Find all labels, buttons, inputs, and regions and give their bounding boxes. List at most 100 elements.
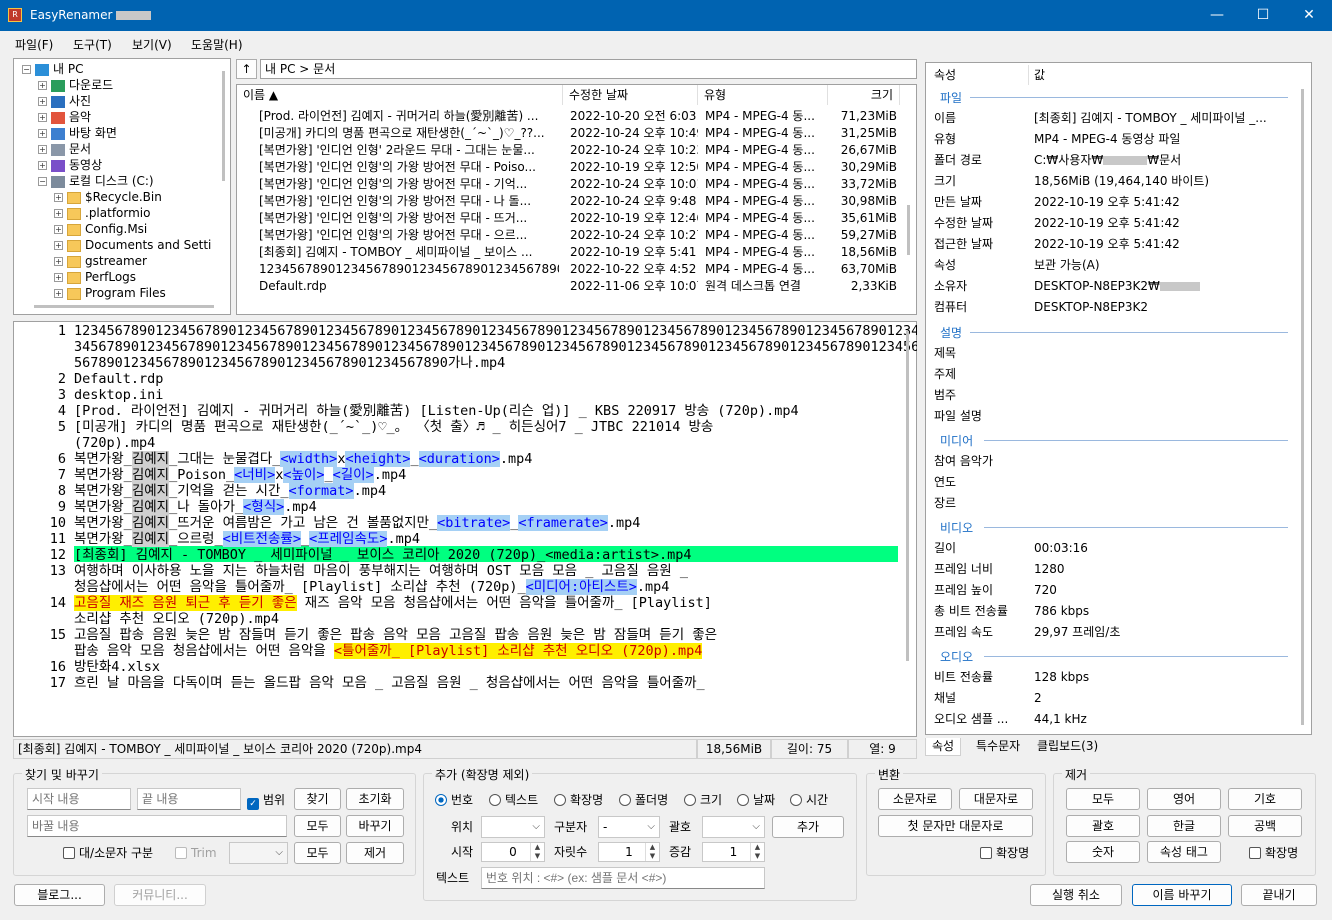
community-button[interactable]: 커뮤니티... xyxy=(114,884,206,906)
add-text-input[interactable] xyxy=(481,867,765,889)
position-combo[interactable]: ⌵ xyxy=(481,816,545,838)
remove-korean-button[interactable]: 한글 xyxy=(1147,815,1221,837)
tab-special-chars[interactable]: 특수문자 xyxy=(970,738,1026,756)
tree-hscrollbar[interactable] xyxy=(34,305,214,308)
tree-item[interactable]: − 로컬 디스크 (C:) xyxy=(38,173,154,189)
reset-button[interactable]: 초기화 xyxy=(346,788,404,810)
file-row[interactable]: [복면가왕] '인디언 인형'의 가왕 방어전 무대 - 뜨거... 2022-1… xyxy=(237,210,905,227)
file-row[interactable]: Default.rdp 2022-11-06 오후 10:07 원격 데스크톱 연결… xyxy=(237,278,905,295)
capitalize-first-button[interactable]: 첫 문자만 대문자로 xyxy=(878,815,1033,837)
path-input[interactable]: 내 PC > 문서 xyxy=(260,59,917,79)
file-row[interactable]: [복면가왕] '인디언 인형'의 가왕 방어전 무대 - Poiso... 202… xyxy=(237,159,905,176)
add-button[interactable]: 추가 xyxy=(772,816,844,838)
tree-item[interactable]: + 사진 xyxy=(38,93,91,109)
file-row[interactable]: 1234567890123456789012345678901234567890… xyxy=(237,261,905,278)
remove-english-button[interactable]: 영어 xyxy=(1147,788,1221,810)
uppercase-button[interactable]: 대문자로 xyxy=(959,788,1033,810)
tree-item[interactable]: + PerfLogs xyxy=(54,269,136,285)
file-row[interactable]: [복면가왕] '인디언 인형'의 가왕 방어전 무대 - 나 돌... 2022-… xyxy=(237,193,905,210)
file-row[interactable]: [복면가왕] '인디언 인형'의 가왕 방어전 무대 - 기억... 2022-1… xyxy=(237,176,905,193)
collapse-icon[interactable]: − xyxy=(38,177,47,186)
expand-icon[interactable]: + xyxy=(54,257,63,266)
file-row[interactable]: [복면가왕] '인디언 인형' 2라운드 무대 - 그대는 눈물... 2022-… xyxy=(237,142,905,159)
radio-time[interactable]: 시간 xyxy=(790,792,828,808)
menu-file[interactable]: 파일(F) xyxy=(15,36,53,53)
case-sensitive-checkbox[interactable]: 대/소문자 구분 xyxy=(63,845,153,861)
close-button[interactable]: ✕ xyxy=(1286,0,1332,31)
digits-spinner[interactable]: 1 ▲ ▼ xyxy=(598,842,660,862)
tree-item[interactable]: + $Recycle.Bin xyxy=(54,189,162,205)
tree-scrollbar[interactable] xyxy=(222,71,225,181)
tree-item[interactable]: + 문서 xyxy=(38,141,91,157)
separator-combo[interactable]: - ⌵ xyxy=(598,816,660,838)
find-button[interactable]: 찾기 xyxy=(294,788,341,810)
expand-icon[interactable]: + xyxy=(38,129,47,138)
expand-icon[interactable]: + xyxy=(54,225,63,234)
expand-icon[interactable]: + xyxy=(54,193,63,202)
file-row[interactable]: [최종회] 김예지 - TOMBOY _ 세미파이널 _ 보이스 ... 2022… xyxy=(237,244,905,261)
props-scrollbar[interactable] xyxy=(1301,89,1304,725)
expand-icon[interactable]: + xyxy=(38,97,47,106)
trim-checkbox[interactable]: Trim xyxy=(175,845,217,861)
tree-item[interactable]: + 바탕 화면 xyxy=(38,125,117,141)
col-header-name[interactable]: 이름 ▲ xyxy=(237,85,563,105)
remove-symbol-button[interactable]: 기호 xyxy=(1228,788,1302,810)
radio-folder-name[interactable]: 폴더명 xyxy=(619,792,668,808)
radio-size[interactable]: 크기 xyxy=(684,792,722,808)
tree-item[interactable]: + .platformio xyxy=(54,205,150,221)
remove-button[interactable]: 제거 xyxy=(346,842,404,864)
increment-spinner[interactable]: 1 ▲ ▼ xyxy=(702,842,765,862)
col-header-modified[interactable]: 수정한 날짜 xyxy=(563,85,698,105)
file-row[interactable]: [미공개] 카디의 명품 편곡으로 재탄생한(_´~`_)♡_??... 2022… xyxy=(237,125,905,142)
tree-item[interactable]: + Config.Msi xyxy=(54,221,147,237)
file-row[interactable]: [Prod. 라이언전] 김예지 - 귀머거리 하늘(愛別離苦) ... 2022… xyxy=(237,108,905,125)
collapse-icon[interactable]: − xyxy=(22,65,31,74)
tree-item[interactable]: + 동영상 xyxy=(38,157,102,173)
expand-icon[interactable]: + xyxy=(38,81,47,90)
tree-item[interactable]: + Program Files xyxy=(54,285,166,301)
remove-all-chars-button[interactable]: 모두 xyxy=(1066,788,1140,810)
col-header-size[interactable]: 크기 xyxy=(828,85,900,105)
replace-text-input[interactable] xyxy=(27,815,287,837)
replace-all-button[interactable]: 모두 xyxy=(294,815,341,837)
lowercase-button[interactable]: 소문자로 xyxy=(878,788,952,810)
expand-icon[interactable]: + xyxy=(38,113,47,122)
menu-view[interactable]: 보기(V) xyxy=(132,36,172,53)
radio-text[interactable]: 텍스트 xyxy=(489,792,538,808)
expand-icon[interactable]: + xyxy=(38,161,47,170)
convert-extension-checkbox[interactable]: 확장명 xyxy=(980,845,1029,861)
remove-paren-button[interactable]: 괄호 xyxy=(1066,815,1140,837)
expand-icon[interactable]: + xyxy=(54,209,63,218)
paren-combo[interactable]: ⌵ xyxy=(702,816,765,838)
expand-icon[interactable]: + xyxy=(54,289,63,298)
start-text-input[interactable] xyxy=(27,788,131,810)
exit-button[interactable]: 끝내기 xyxy=(1241,884,1317,906)
tree-item[interactable]: + 다운로드 xyxy=(38,77,113,93)
tree-item[interactable]: + gstreamer xyxy=(54,253,147,269)
end-text-input[interactable] xyxy=(137,788,241,810)
blog-button[interactable]: 블로그... xyxy=(14,884,105,906)
remove-all-button[interactable]: 모두 xyxy=(294,842,341,864)
tab-properties[interactable]: 속성 xyxy=(925,738,962,756)
replace-button[interactable]: 바꾸기 xyxy=(346,815,404,837)
up-button[interactable]: ↑ xyxy=(236,59,257,79)
tree-item[interactable]: − 내 PC xyxy=(22,61,83,77)
tab-clipboard[interactable]: 클립보드(3) xyxy=(1031,738,1104,756)
radio-date[interactable]: 날짜 xyxy=(737,792,775,808)
expand-icon[interactable]: + xyxy=(54,273,63,282)
tree-item[interactable]: + 음악 xyxy=(38,109,91,125)
start-spinner[interactable]: 0 ▲ ▼ xyxy=(481,842,545,862)
undo-button[interactable]: 실행 취소 xyxy=(1030,884,1122,906)
minimize-button[interactable]: — xyxy=(1194,0,1240,31)
radio-extension[interactable]: 확장명 xyxy=(554,792,603,808)
menu-help[interactable]: 도움말(H) xyxy=(191,36,243,53)
filelist-scrollbar[interactable] xyxy=(907,205,910,255)
col-header-type[interactable]: 유형 xyxy=(698,85,828,105)
maximize-button[interactable]: ☐ xyxy=(1240,0,1286,31)
range-checkbox[interactable]: ✓ 범위 xyxy=(247,792,285,810)
remove-number-button[interactable]: 숫자 xyxy=(1066,841,1140,863)
expand-icon[interactable]: + xyxy=(38,145,47,154)
remove-extension-checkbox[interactable]: 확장명 xyxy=(1249,845,1298,861)
expand-icon[interactable]: + xyxy=(54,241,63,250)
remove-space-button[interactable]: 공백 xyxy=(1228,815,1302,837)
